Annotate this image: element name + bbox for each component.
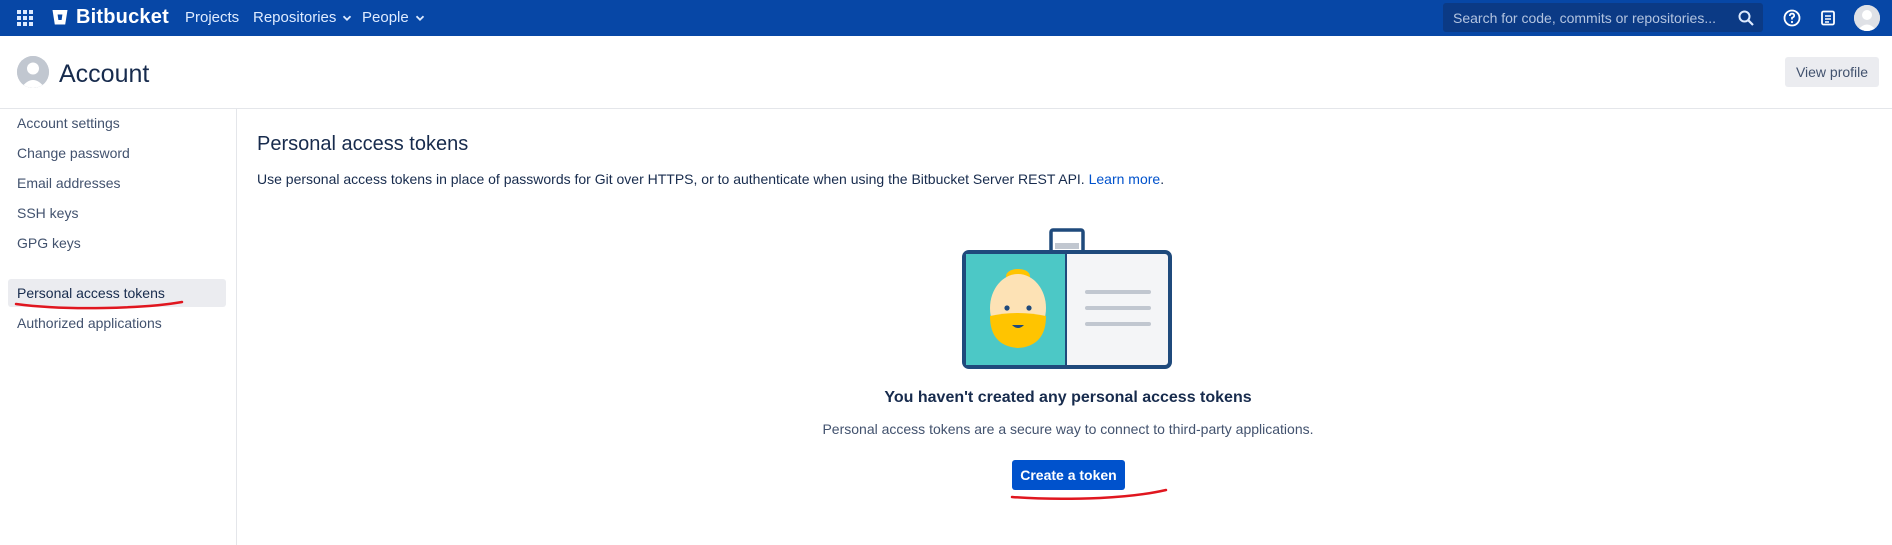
learn-more-link[interactable]: Learn more: [1089, 171, 1161, 187]
search-input[interactable]: Search for code, commits or repositories…: [1443, 3, 1763, 32]
user-avatar[interactable]: [1854, 5, 1880, 31]
search-icon[interactable]: [1737, 9, 1755, 27]
account-avatar: [17, 56, 49, 88]
sidebar-item-account-settings[interactable]: Account settings: [8, 109, 226, 137]
annotation-underline: [1010, 488, 1168, 501]
top-navigation-bar: Bitbucket Projects Repositories People S…: [0, 0, 1892, 36]
page-header: Account View profile: [0, 36, 1892, 109]
sidebar-item-label: GPG keys: [17, 235, 81, 251]
nav-projects-label: Projects: [185, 9, 240, 26]
nav-projects[interactable]: Projects: [185, 9, 239, 26]
section-title: Personal access tokens: [257, 133, 469, 155]
sidebar-item-authorized-applications[interactable]: Authorized applications: [8, 309, 226, 337]
sidebar: Account settings Change password Email a…: [0, 109, 237, 545]
nav-people-label: People: [362, 9, 409, 26]
description-suffix: .: [1160, 171, 1165, 187]
search-placeholder: Search for code, commits or repositories…: [1453, 9, 1716, 26]
sidebar-item-label: Account settings: [17, 115, 120, 131]
nav-repositories-label: Repositories: [253, 9, 337, 26]
sidebar-item-label: Email addresses: [17, 175, 121, 191]
section-description: Use personal access tokens in place of p…: [257, 171, 1164, 187]
sidebar-item-change-password[interactable]: Change password: [8, 139, 226, 167]
app-switcher-icon[interactable]: [17, 10, 33, 26]
sidebar-item-label: Change password: [17, 145, 130, 161]
sidebar-item-label: Personal access tokens: [17, 285, 165, 301]
account-avatar-icon: [17, 56, 49, 88]
empty-state-description: Personal access tokens are a secure way …: [822, 421, 1314, 437]
id-badge-illustration: [962, 228, 1172, 369]
chevron-down-icon: [343, 15, 352, 21]
page-title: Account: [59, 60, 150, 88]
nav-people[interactable]: People: [362, 9, 425, 26]
sidebar-item-label: Authorized applications: [17, 315, 162, 331]
bitbucket-logo[interactable]: Bitbucket: [52, 6, 169, 29]
help-icon[interactable]: [1782, 8, 1802, 28]
user-avatar-icon: [1854, 5, 1880, 31]
bitbucket-logo-icon: [52, 10, 68, 25]
annotation-underline: [14, 300, 184, 310]
sidebar-item-ssh-keys[interactable]: SSH keys: [8, 199, 226, 227]
view-profile-button[interactable]: View profile: [1785, 57, 1879, 87]
chevron-down-icon: [415, 15, 424, 21]
sidebar-item-email-addresses[interactable]: Email addresses: [8, 169, 226, 197]
sidebar-item-label: SSH keys: [17, 205, 79, 221]
nav-repositories[interactable]: Repositories: [253, 9, 352, 26]
sidebar-item-gpg-keys[interactable]: GPG keys: [8, 229, 226, 257]
description-text: Use personal access tokens in place of p…: [257, 171, 1085, 187]
empty-state-title: You haven't created any personal access …: [884, 389, 1252, 406]
logo-text: Bitbucket: [76, 6, 169, 28]
notes-icon[interactable]: [1818, 8, 1838, 28]
